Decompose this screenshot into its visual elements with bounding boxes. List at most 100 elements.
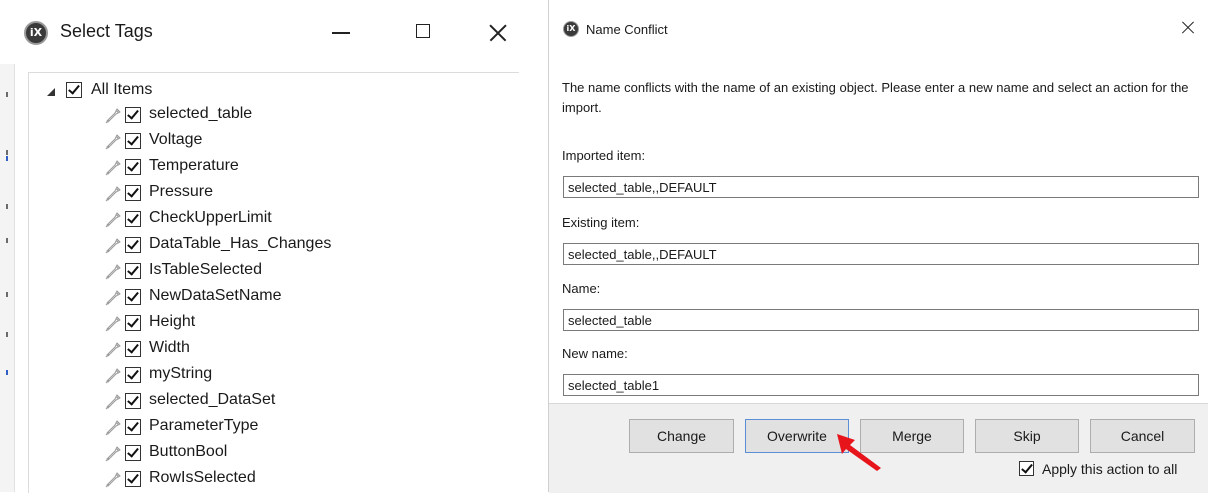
tag-icon (103, 210, 123, 230)
tag-item[interactable]: Height (99, 311, 479, 337)
tag-checkbox[interactable] (125, 133, 141, 149)
tag-item[interactable]: ParameterType (99, 415, 479, 441)
red-arrow-annotation-icon (837, 434, 881, 471)
close-icon[interactable] (478, 10, 518, 54)
select-tags-window: iX Select Tags All Items selected_table V… (0, 0, 540, 493)
tag-checkbox[interactable] (125, 419, 141, 435)
imported-item-label: Imported item: (562, 148, 646, 163)
tag-icon (103, 158, 123, 178)
tag-checkbox[interactable] (125, 159, 141, 175)
tag-checkbox[interactable] (125, 289, 141, 305)
tag-icon (103, 418, 123, 438)
tag-checkbox[interactable] (125, 445, 141, 461)
tag-label: Pressure (149, 183, 214, 200)
edge-mark (6, 204, 8, 209)
tag-label: selected_DataSet (149, 391, 276, 408)
edge-mark (6, 238, 8, 243)
overwrite-button[interactable]: Overwrite (745, 419, 849, 453)
apply-to-all-label: Apply this action to all (1042, 461, 1178, 477)
tag-icon (103, 340, 123, 360)
ix-logo-icon: iX (563, 21, 579, 37)
existing-item-label: Existing item: (562, 215, 640, 230)
close-icon[interactable] (1173, 12, 1203, 44)
tag-checkbox[interactable] (125, 107, 141, 123)
tag-tree: All Items selected_table Voltage Temperatu… (28, 72, 519, 493)
tag-label: IsTableSelected (149, 261, 262, 278)
tag-checkbox[interactable] (125, 471, 141, 487)
tag-label: ButtonBool (149, 443, 228, 460)
tag-label: selected_table (149, 105, 253, 122)
tag-icon (103, 470, 123, 490)
tag-item[interactable]: Pressure (99, 181, 479, 207)
edge-mark (6, 332, 8, 337)
tag-label: Width (149, 339, 190, 356)
tag-checkbox[interactable] (125, 315, 141, 331)
tag-item[interactable]: Width (99, 337, 479, 363)
tag-checkbox[interactable] (125, 185, 141, 201)
tag-item[interactable]: DataTable_Has_Changes (99, 233, 479, 259)
ix-logo-icon: iX (24, 21, 48, 45)
window-edge (0, 64, 15, 492)
tag-icon (103, 392, 123, 412)
imported-item-field[interactable] (563, 176, 1199, 198)
name-field[interactable] (563, 309, 1199, 331)
tag-item[interactable]: Temperature (99, 155, 479, 181)
minimize-icon[interactable] (322, 10, 362, 54)
new-name-label: New name: (562, 346, 628, 361)
tag-label: Voltage (149, 131, 203, 148)
tag-item[interactable]: IsTableSelected (99, 259, 479, 285)
tag-icon (103, 184, 123, 204)
conflict-message: The name conflicts with the name of an e… (562, 80, 1189, 115)
tag-icon (103, 366, 123, 386)
existing-item-field[interactable] (563, 243, 1199, 265)
tag-checkbox[interactable] (125, 211, 141, 227)
cancel-button[interactable]: Cancel (1090, 419, 1195, 453)
tag-item[interactable]: myString (99, 363, 479, 389)
tag-icon (103, 444, 123, 464)
tag-label: CheckUpperLimit (149, 209, 272, 226)
collapse-arrow-icon[interactable] (47, 88, 55, 96)
edge-mark (6, 150, 8, 155)
edge-mark (6, 156, 8, 161)
name-label: Name: (562, 281, 601, 296)
title-bar: iX Select Tags (0, 0, 540, 64)
tag-icon (103, 106, 123, 126)
tag-checkbox[interactable] (125, 237, 141, 253)
tag-label: Height (149, 313, 196, 330)
name-conflict-dialog: iX Name Conflict The name conflicts with… (548, 0, 1208, 493)
tag-checkbox[interactable] (125, 393, 141, 409)
skip-button[interactable]: Skip (975, 419, 1079, 453)
tag-checkbox[interactable] (125, 341, 141, 357)
tag-icon (103, 262, 123, 282)
tag-label: RowIsSelected (149, 469, 256, 486)
tag-icon (103, 132, 123, 152)
tag-item[interactable]: Voltage (99, 129, 479, 155)
tag-icon (103, 314, 123, 334)
tag-item[interactable]: selected_table (99, 103, 479, 129)
tag-checkbox[interactable] (125, 263, 141, 279)
tag-label: ParameterType (149, 417, 259, 434)
edge-mark (6, 92, 8, 97)
edge-mark (6, 370, 8, 375)
tag-icon (103, 288, 123, 308)
tag-label: NewDataSetName (149, 287, 282, 304)
tag-item[interactable]: selected_DataSet (99, 389, 479, 415)
tag-label: DataTable_Has_Changes (149, 235, 332, 252)
new-name-field[interactable] (563, 374, 1199, 396)
tag-checkbox[interactable] (125, 367, 141, 383)
apply-to-all-checkbox[interactable] (1019, 461, 1034, 476)
dialog-title: Name Conflict (586, 22, 668, 37)
tag-label: myString (149, 365, 213, 382)
change-button[interactable]: Change (629, 419, 734, 453)
all-items-checkbox[interactable] (66, 82, 82, 98)
tag-item[interactable]: RowIsSelected (99, 467, 479, 493)
tag-label: Temperature (149, 157, 239, 174)
maximize-icon[interactable] (402, 10, 442, 54)
tag-item[interactable]: ButtonBool (99, 441, 479, 467)
tag-item[interactable]: CheckUpperLimit (99, 207, 479, 233)
window-title: Select Tags (60, 21, 153, 41)
all-items-label: All Items (91, 81, 153, 98)
edge-mark (6, 292, 8, 297)
tag-icon (103, 236, 123, 256)
tag-item[interactable]: NewDataSetName (99, 285, 479, 311)
